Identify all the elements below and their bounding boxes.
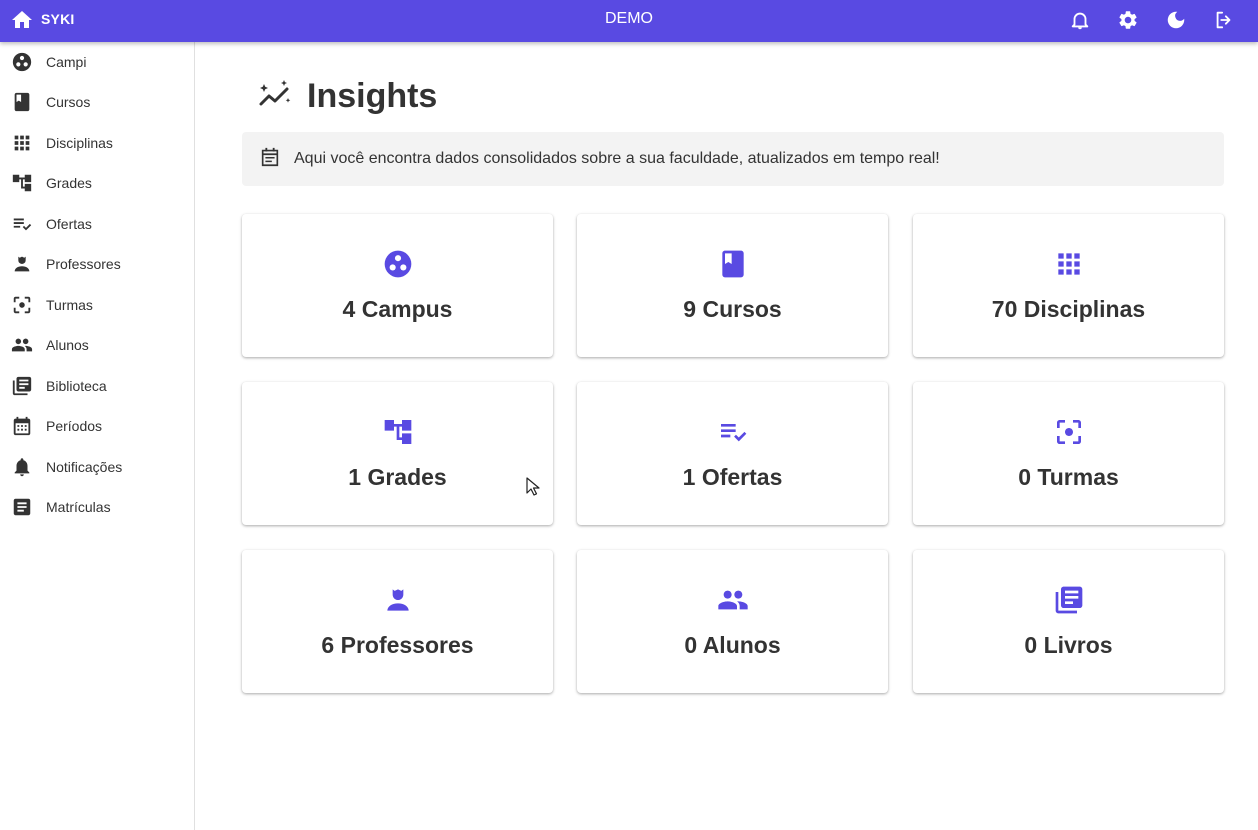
- calendar-note-icon: [259, 146, 281, 168]
- person-icon: [382, 584, 414, 616]
- sidebar-item-campi[interactable]: Campi: [0, 42, 194, 82]
- stat-card-professores[interactable]: 6 Professores: [242, 550, 553, 693]
- app-brand[interactable]: SYKI: [41, 11, 74, 27]
- stat-value: 1 Grades: [348, 464, 447, 490]
- tree-icon: [11, 172, 33, 194]
- sidebar-item-matriculas[interactable]: Matrículas: [0, 487, 194, 527]
- stat-value: 0 Livros: [1024, 632, 1113, 658]
- sidebar-item-label: Cursos: [46, 94, 91, 110]
- sidebar-item-label: Biblioteca: [46, 378, 107, 394]
- notifications-button[interactable]: [1066, 6, 1094, 34]
- article-icon: [11, 496, 33, 518]
- stat-card-disciplinas[interactable]: 70 Disciplinas: [913, 214, 1224, 357]
- focus-icon: [1053, 416, 1085, 448]
- logout-button[interactable]: [1210, 6, 1238, 34]
- sidebar-item-label: Disciplinas: [46, 135, 113, 151]
- sidebar-item-label: Alunos: [46, 337, 89, 353]
- stat-card-grades[interactable]: 1 Grades: [242, 382, 553, 525]
- moon-icon: [1167, 11, 1185, 29]
- sidebar-item-label: Ofertas: [46, 216, 92, 232]
- stat-card-ofertas[interactable]: 1 Ofertas: [577, 382, 888, 525]
- sidebar-item-disciplinas[interactable]: Disciplinas: [0, 123, 194, 163]
- bell-icon: [11, 456, 33, 478]
- people-icon: [11, 334, 33, 356]
- checklist-icon: [717, 416, 749, 448]
- stat-value: 0 Turmas: [1018, 464, 1119, 490]
- app-bar: SYKI DEMO: [0, 0, 1258, 42]
- sidebar-item-label: Turmas: [46, 297, 93, 313]
- tree-icon: [382, 416, 414, 448]
- sidebar-item-alunos[interactable]: Alunos: [0, 325, 194, 365]
- library-icon: [11, 375, 33, 397]
- library-icon: [1053, 584, 1085, 616]
- stat-card-alunos[interactable]: 0 Alunos: [577, 550, 888, 693]
- main-content: Insights Aqui você encontra dados consol…: [195, 42, 1258, 830]
- info-banner: Aqui você encontra dados consolidados so…: [242, 132, 1224, 186]
- page-title: Insights: [307, 76, 438, 115]
- page-header: Insights: [257, 76, 437, 116]
- sidebar-item-label: Períodos: [46, 418, 103, 434]
- banner-text: Aqui você encontra dados consolidados so…: [294, 150, 940, 167]
- stat-card-turmas[interactable]: 0 Turmas: [913, 382, 1224, 525]
- sidebar-item-ofertas[interactable]: Ofertas: [0, 204, 194, 244]
- gear-icon: [1119, 11, 1137, 29]
- people-icon: [717, 584, 749, 616]
- grid-icon: [1053, 248, 1085, 280]
- bell-icon: [1071, 12, 1089, 30]
- sidebar-item-label: Professores: [46, 256, 121, 272]
- grid-icon: [11, 132, 33, 154]
- sidebar-item-notificacoes[interactable]: Notificações: [0, 447, 194, 487]
- book-icon: [717, 248, 749, 280]
- sidebar-item-label: Grades: [46, 175, 92, 191]
- dark-mode-toggle[interactable]: [1162, 6, 1190, 34]
- stat-value: 9 Cursos: [683, 296, 782, 322]
- campus-icon: [11, 51, 33, 73]
- sparkle-chart-icon: [257, 78, 293, 114]
- sidebar-item-label: Matrículas: [46, 499, 111, 515]
- sidebar-item-turmas[interactable]: Turmas: [0, 285, 194, 325]
- stat-value: 4 Campus: [342, 296, 453, 322]
- stat-card-campus[interactable]: 4 Campus: [242, 214, 553, 357]
- sidebar-item-label: Campi: [46, 54, 87, 70]
- sidebar-item-cursos[interactable]: Cursos: [0, 82, 194, 122]
- sidebar-item-periodos[interactable]: Períodos: [0, 406, 194, 446]
- stat-value: 70 Disciplinas: [991, 296, 1146, 322]
- stat-value: 0 Alunos: [684, 632, 781, 658]
- checklist-icon: [11, 213, 33, 235]
- stat-value: 6 Professores: [321, 632, 474, 658]
- logout-icon: [1216, 11, 1231, 29]
- sidebar-item-label: Notificações: [46, 459, 123, 475]
- sidebar-item-grades[interactable]: Grades: [0, 163, 194, 203]
- sidebar-item-biblioteca[interactable]: Biblioteca: [0, 366, 194, 406]
- home-icon[interactable]: [10, 8, 34, 32]
- stat-card-cursos[interactable]: 9 Cursos: [577, 214, 888, 357]
- sidebar: Campi Cursos Disciplinas Grades Ofertas …: [0, 42, 195, 830]
- stat-card-livros[interactable]: 0 Livros: [913, 550, 1224, 693]
- calendar-icon: [11, 415, 33, 437]
- person-icon: [11, 253, 33, 275]
- book-icon: [11, 91, 33, 113]
- focus-icon: [11, 294, 33, 316]
- settings-button[interactable]: [1114, 6, 1142, 34]
- campus-icon: [382, 248, 414, 280]
- stat-value: 1 Ofertas: [682, 464, 783, 490]
- sidebar-item-professores[interactable]: Professores: [0, 244, 194, 284]
